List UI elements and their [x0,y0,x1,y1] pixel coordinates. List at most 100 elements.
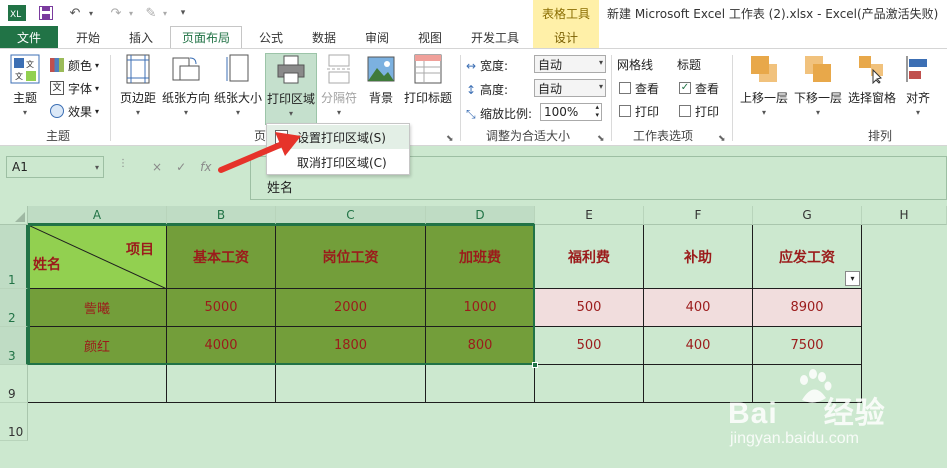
fx-icon[interactable]: fx [200,160,211,174]
row-header-3[interactable]: 3 [0,327,28,365]
fill-handle[interactable] [532,362,538,368]
effects-icon [50,104,64,118]
send-backward-button[interactable]: 下移一层 ▾ [792,53,844,119]
customize-qat-icon[interactable]: ▾ [176,3,190,23]
themes-button[interactable]: 文文 主题 ▾ [6,53,44,119]
paper-size-icon [222,53,254,85]
enter-icon[interactable]: ✓ [176,160,186,174]
size-button[interactable]: 纸张大小 ▾ [213,53,263,119]
cell-b2[interactable]: 5000 [167,289,276,327]
gridlines-label: 网格线 [617,58,654,72]
cell-f1[interactable]: 补助 [644,225,753,289]
cell-c2[interactable]: 2000 [276,289,426,327]
cell-e2[interactable]: 500 [535,289,644,327]
gridlines-print-label: 打印 [635,104,660,119]
gridlines-view-checkbox[interactable]: 查看 [619,79,659,97]
scale-launcher-icon[interactable]: ⬊ [597,129,605,149]
gridlines-print-checkbox[interactable]: 打印 [619,102,659,120]
tab-home[interactable]: 开始 [62,26,114,48]
selection-pane-button[interactable]: 选择窗格 [846,53,898,119]
column-header-c[interactable]: C [276,206,426,225]
column-header-d[interactable]: D [426,206,535,225]
scale-spinner[interactable]: 100% ▴ ▾ [540,103,602,121]
cell-b3[interactable]: 4000 [167,327,276,365]
tab-file[interactable]: 文件 [0,26,58,48]
headings-view-checkbox[interactable]: ✓ 查看 [679,79,719,97]
cell-g3[interactable]: 7500 [753,327,862,365]
align-dropdown-icon: ▾ [915,108,920,117]
margins-button[interactable]: 页边距 ▾ [116,53,160,119]
cell-a9[interactable] [28,365,167,403]
cell-b1[interactable]: 基本工资 [167,225,276,289]
orientation-button[interactable]: 纸张方向 ▾ [162,53,210,119]
formula-bar-splitter-icon[interactable]: ⋮ [118,158,128,169]
cell-d1[interactable]: 加班费 [426,225,535,289]
page-setup-launcher-icon[interactable]: ⬊ [446,129,454,149]
height-dropdown[interactable]: 自动 ▾ [534,79,606,97]
cell-d2[interactable]: 1000 [426,289,535,327]
cancel-icon[interactable]: × [152,160,162,174]
print-area-button[interactable]: 打印区域 ▾ [265,53,317,125]
width-dropdown[interactable]: 自动 ▾ [534,55,606,73]
undo-dropdown-icon[interactable]: ▾ [86,3,96,23]
tab-data[interactable]: 数据 [300,26,348,48]
column-header-h[interactable]: H [862,206,947,225]
print-area-icon [275,54,307,86]
tab-developer[interactable]: 开发工具 [460,26,530,48]
column-header-e[interactable]: E [535,206,644,225]
cell-a2[interactable]: 訾曦 [28,289,167,327]
colors-button[interactable]: 颜色 ▾ [50,55,99,75]
redo-dropdown-icon[interactable]: ▾ [126,3,136,23]
tab-view[interactable]: 视图 [406,26,454,48]
row-header-1[interactable]: 1 [0,225,28,289]
cell-e3[interactable]: 500 [535,327,644,365]
cell-e9[interactable] [535,365,644,403]
spinner-arrows-icon[interactable]: ▴ ▾ [595,103,599,119]
cell-a1[interactable]: 项目 姓名 [28,225,167,289]
chevron-down-icon[interactable]: ▾ [95,163,99,172]
column-header-b[interactable]: B [167,206,276,225]
sheet-options-launcher-icon[interactable]: ⬊ [718,129,726,149]
column-header-f[interactable]: F [644,206,753,225]
cell-d3[interactable]: 800 [426,327,535,365]
undo-icon[interactable]: ↶ [64,3,86,23]
cell-c1[interactable]: 岗位工资 [276,225,426,289]
save-icon[interactable] [36,3,56,23]
redo-icon[interactable]: ↷ [106,3,126,23]
cell-b9[interactable] [167,365,276,403]
column-header-g[interactable]: G [753,206,862,225]
select-all-corner[interactable] [0,206,28,225]
row-header-9[interactable]: 9 [0,365,28,403]
column-header-a[interactable]: A [28,206,167,225]
breaks-button[interactable]: 分隔符 ▾ [319,53,359,119]
headings-print-checkbox[interactable]: 打印 [679,102,719,120]
name-box[interactable]: A1 ▾ [6,156,104,178]
tab-page-layout[interactable]: 页面布局 [170,26,242,48]
format-painter-icon[interactable]: ✎ [142,3,160,23]
tab-design[interactable]: 设计 [533,26,599,48]
fonts-button[interactable]: 文 字体 ▾ [50,78,99,98]
cell-e1[interactable]: 福利费 [535,225,644,289]
bring-forward-button[interactable]: 上移一层 ▾ [738,53,790,119]
tab-formulas[interactable]: 公式 [248,26,294,48]
cell-f2[interactable]: 400 [644,289,753,327]
cell-d9[interactable] [426,365,535,403]
row-header-2[interactable]: 2 [0,289,28,327]
cell-c3[interactable]: 1800 [276,327,426,365]
tab-insert[interactable]: 插入 [116,26,166,48]
format-painter-dropdown-icon[interactable]: ▾ [160,3,170,23]
sheet-options-group-label: 工作表选项 [633,129,694,143]
filter-dropdown-icon[interactable]: ▾ [845,271,860,286]
align-button[interactable]: 对齐 ▾ [902,53,934,119]
cell-f3[interactable]: 400 [644,327,753,365]
checkmark-icon: ✓ [679,82,691,94]
row-header-10[interactable]: 10 [0,403,28,441]
cell-g2[interactable]: 8900 [753,289,862,327]
tab-review[interactable]: 审阅 [354,26,400,48]
print-titles-button[interactable]: 打印标题 [402,53,454,119]
bring-forward-icon [748,53,780,85]
background-button[interactable]: 背景 [364,53,398,119]
cell-c9[interactable] [276,365,426,403]
effects-button[interactable]: 效果 ▾ [50,101,99,121]
cell-a3[interactable]: 颜红 [28,327,167,365]
